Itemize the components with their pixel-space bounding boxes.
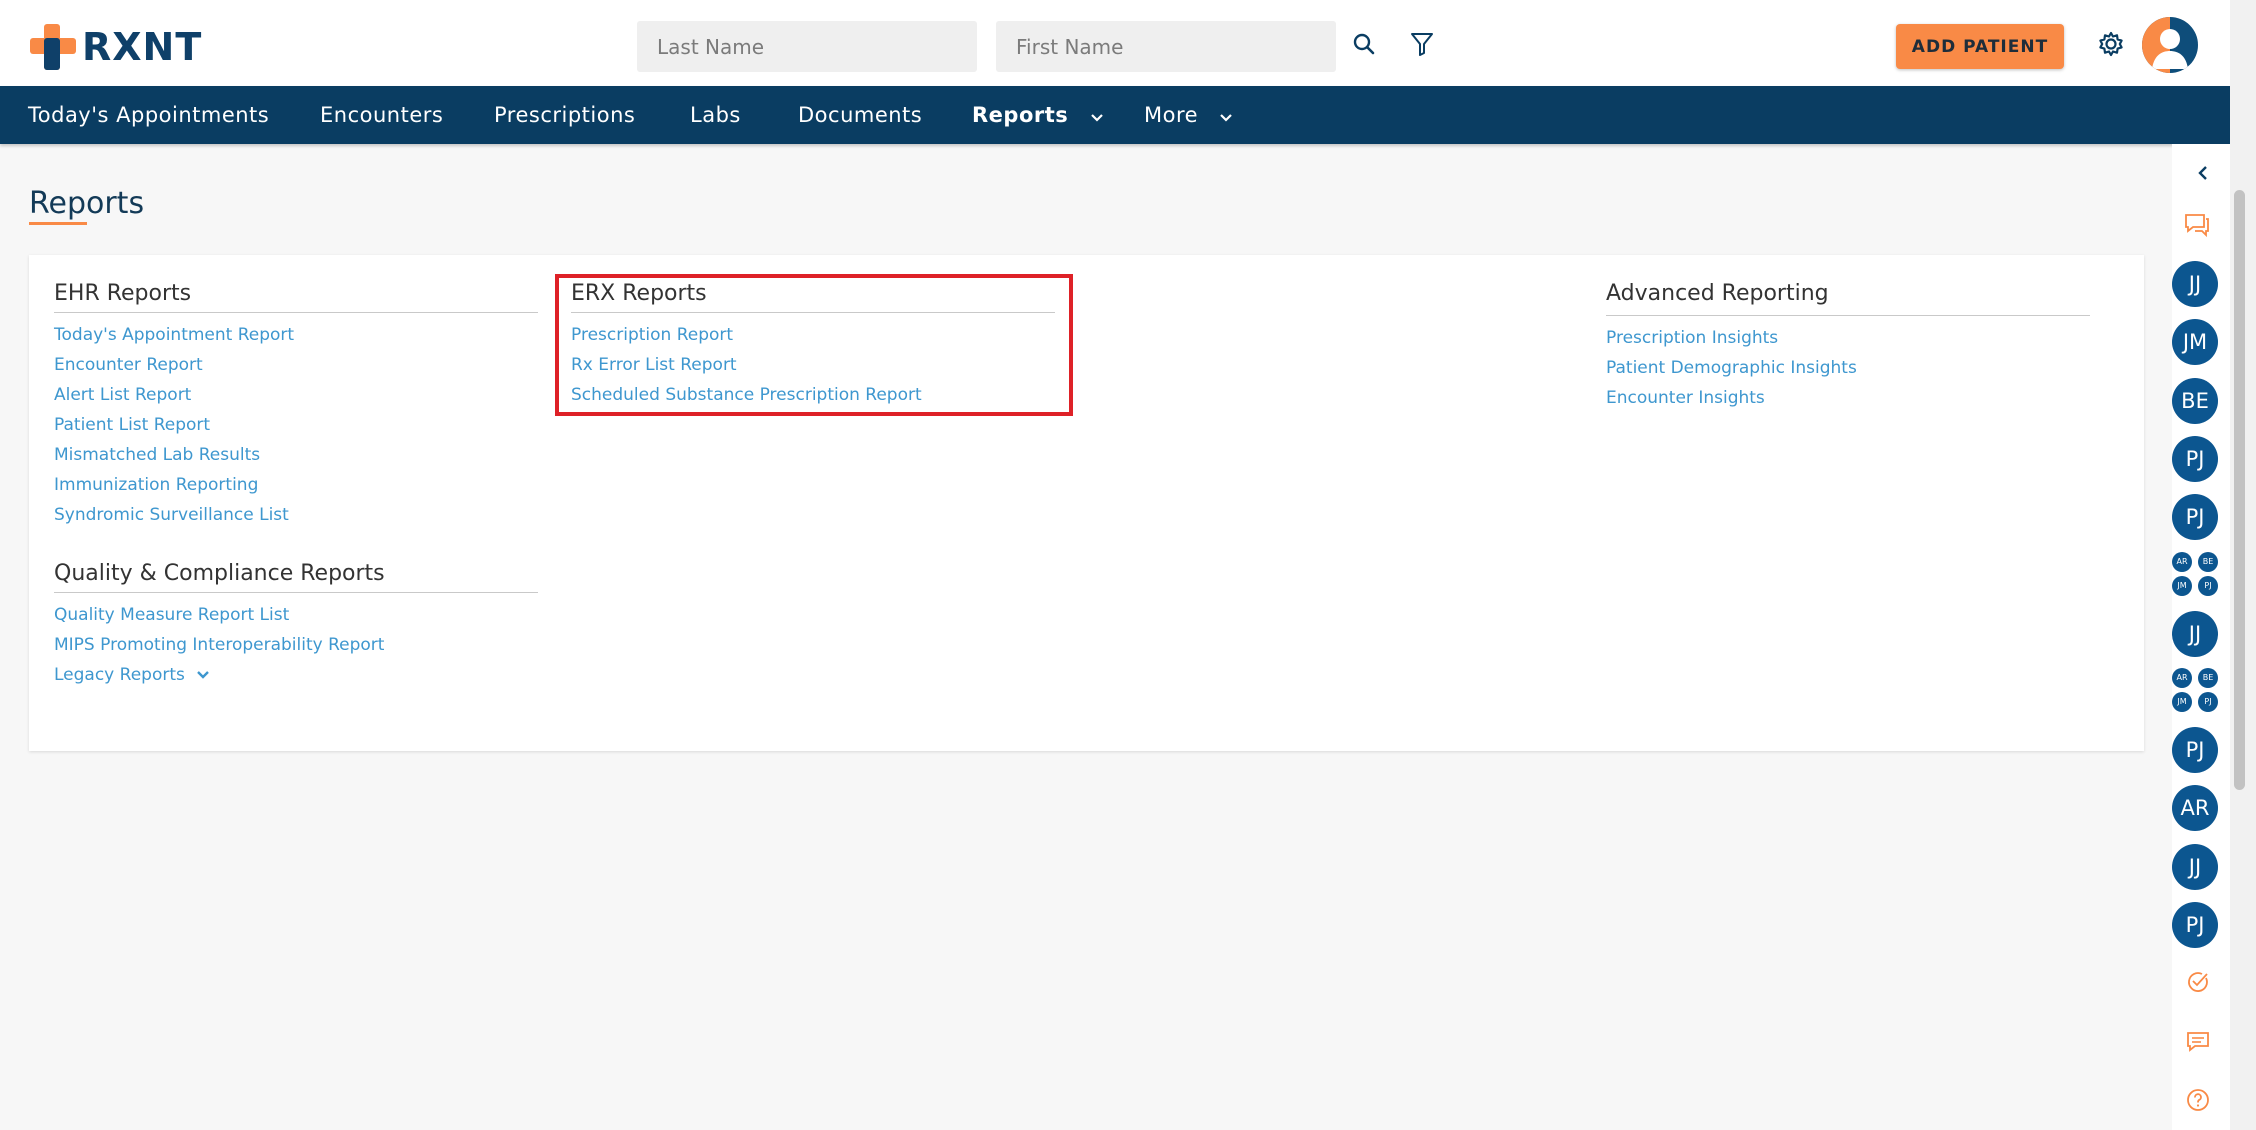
- user-avatar-icon[interactable]: [2142, 17, 2198, 73]
- ehr-reports-section: EHR Reports Today's Appointment Report E…: [54, 281, 538, 525]
- legacy-reports-toggle[interactable]: Legacy Reports: [54, 665, 538, 685]
- advanced-reporting-section: Advanced Reporting Prescription Insights…: [1606, 281, 2090, 408]
- chevron-down-icon: [196, 665, 210, 685]
- mips-interoperability-report-link[interactable]: MIPS Promoting Interoperability Report: [54, 635, 538, 655]
- rail-avatar[interactable]: JJ: [2172, 261, 2218, 307]
- nav-todays-appointments[interactable]: Today's Appointments: [28, 86, 269, 144]
- mini-avatar: JM: [2172, 692, 2192, 712]
- erx-reports-title: ERX Reports: [571, 281, 1055, 313]
- chevron-down-icon: [1090, 87, 1104, 145]
- nav-reports[interactable]: Reports: [972, 86, 1104, 144]
- rail-avatar[interactable]: JJ: [2172, 611, 2218, 657]
- mini-avatar: BE: [2198, 668, 2218, 688]
- scheduled-substance-report-link[interactable]: Scheduled Substance Prescription Report: [571, 385, 1055, 405]
- page-title: Reports: [29, 186, 145, 221]
- quality-compliance-title: Quality & Compliance Reports: [54, 561, 538, 593]
- immunization-reporting-link[interactable]: Immunization Reporting: [54, 475, 538, 495]
- mismatched-lab-results-link[interactable]: Mismatched Lab Results: [54, 445, 538, 465]
- rail-group-avatar[interactable]: AR BE JM PJ: [2172, 668, 2218, 714]
- filter-icon[interactable]: [1406, 28, 1438, 60]
- alert-list-report-link[interactable]: Alert List Report: [54, 385, 538, 405]
- rail-avatar[interactable]: AR: [2172, 785, 2218, 831]
- advanced-reporting-title: Advanced Reporting: [1606, 281, 2090, 316]
- encounter-insights-link[interactable]: Encounter Insights: [1606, 388, 2090, 408]
- collapse-icon[interactable]: [2192, 160, 2214, 186]
- brand-name: RXNT: [82, 25, 203, 69]
- mini-avatar: AR: [2172, 668, 2192, 688]
- header: RXNT ADD PATIENT: [0, 0, 2230, 86]
- quality-measure-report-list-link[interactable]: Quality Measure Report List: [54, 605, 538, 625]
- prescription-insights-link[interactable]: Prescription Insights: [1606, 328, 2090, 348]
- add-patient-button[interactable]: ADD PATIENT: [1896, 24, 2064, 69]
- patient-demographic-insights-link[interactable]: Patient Demographic Insights: [1606, 358, 2090, 378]
- legacy-reports-label: Legacy Reports: [54, 665, 185, 685]
- patient-list-report-link[interactable]: Patient List Report: [54, 415, 538, 435]
- nav-prescriptions[interactable]: Prescriptions: [494, 86, 635, 144]
- help-icon[interactable]: [2184, 1086, 2212, 1114]
- search-icon[interactable]: [1348, 28, 1380, 60]
- rail-avatar[interactable]: PJ: [2172, 727, 2218, 773]
- nav-documents[interactable]: Documents: [798, 86, 922, 144]
- mini-avatar: BE: [2198, 552, 2218, 572]
- logo[interactable]: RXNT: [30, 24, 202, 70]
- mini-avatar: PJ: [2198, 576, 2218, 596]
- task-check-icon[interactable]: [2184, 968, 2212, 996]
- mini-avatar: JM: [2172, 576, 2192, 596]
- erx-reports-section: ERX Reports Prescription Report Rx Error…: [571, 281, 1055, 405]
- nav-reports-label: Reports: [972, 103, 1069, 127]
- todays-appointment-report-link[interactable]: Today's Appointment Report: [54, 325, 538, 345]
- rail-avatar[interactable]: PJ: [2172, 902, 2218, 948]
- nav-more-label: More: [1144, 103, 1199, 127]
- rail-avatar[interactable]: BE: [2172, 378, 2218, 424]
- encounter-report-link[interactable]: Encounter Report: [54, 355, 538, 375]
- message-icon[interactable]: [2184, 1028, 2212, 1056]
- rail-avatar[interactable]: JJ: [2172, 844, 2218, 890]
- rail-group-avatar[interactable]: AR BE JM PJ: [2172, 552, 2218, 598]
- quality-compliance-section: Quality & Compliance Reports Quality Mea…: [54, 561, 538, 685]
- nav-more[interactable]: More: [1144, 86, 1233, 144]
- last-name-input[interactable]: [637, 21, 977, 72]
- rail-avatar[interactable]: PJ: [2172, 436, 2218, 482]
- mini-avatar: AR: [2172, 552, 2192, 572]
- first-name-input[interactable]: [996, 21, 1336, 72]
- chat-icon[interactable]: [2182, 210, 2212, 240]
- ehr-reports-title: EHR Reports: [54, 281, 538, 313]
- title-underline: [29, 222, 87, 225]
- gear-icon[interactable]: [2094, 27, 2128, 61]
- nav-labs[interactable]: Labs: [690, 86, 741, 144]
- nav-encounters[interactable]: Encounters: [320, 86, 443, 144]
- mini-avatar: PJ: [2198, 692, 2218, 712]
- syndromic-surveillance-list-link[interactable]: Syndromic Surveillance List: [54, 505, 538, 525]
- logo-cross-icon: [30, 24, 76, 70]
- chevron-down-icon: [1219, 87, 1233, 145]
- prescription-report-link[interactable]: Prescription Report: [571, 325, 1055, 345]
- rail-avatar[interactable]: JM: [2172, 319, 2218, 365]
- scrollbar-thumb[interactable]: [2234, 190, 2245, 790]
- rail-avatar[interactable]: PJ: [2172, 494, 2218, 540]
- rx-error-list-report-link[interactable]: Rx Error List Report: [571, 355, 1055, 375]
- main-nav: Today's Appointments Encounters Prescrip…: [0, 86, 2230, 144]
